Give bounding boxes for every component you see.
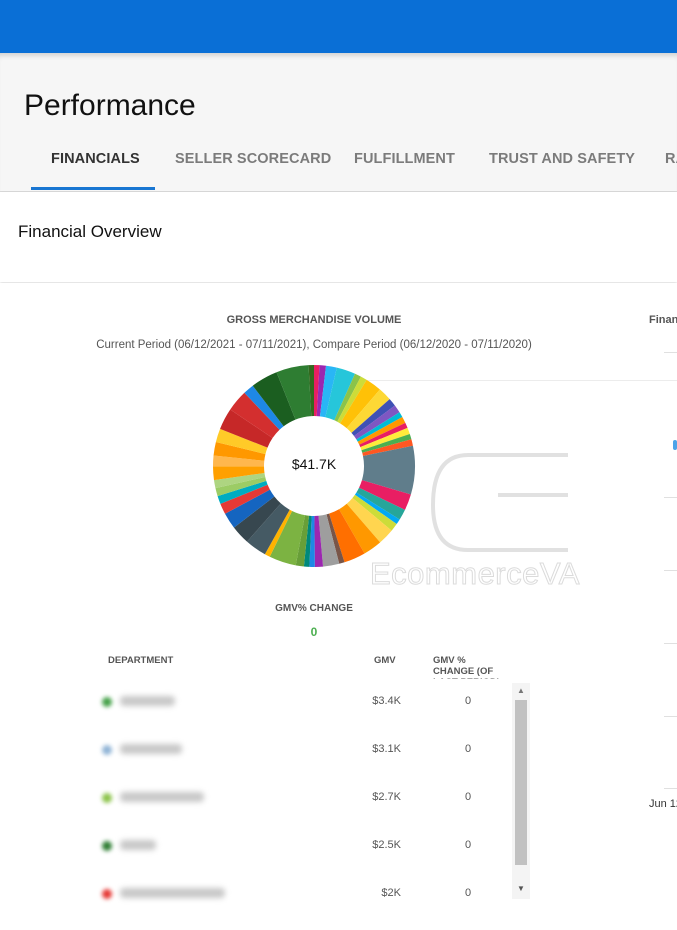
department-color-dot (102, 793, 112, 803)
table-row[interactable]: $3.4K 0 (0, 690, 677, 738)
department-color-dot (102, 889, 112, 899)
right-chart-title: Finan (649, 314, 677, 326)
column-header-gmv-change[interactable]: GMV % CHANGE (OF LAST PERIOD) (433, 655, 505, 679)
page-header: Performance FINANCIALS SELLER SCORECARD … (0, 53, 677, 191)
department-name-redacted (120, 696, 175, 706)
department-name-redacted (120, 840, 156, 850)
gmv-donut-chart[interactable]: $41.7K (212, 364, 416, 568)
gmv-cell: $2.5K (372, 839, 401, 851)
table-row[interactable]: $3.1K 0 (0, 738, 677, 786)
table-row[interactable]: $2.5K 0 (0, 834, 677, 882)
department-name-redacted (120, 888, 225, 898)
scroll-up-icon[interactable]: ▲ (515, 686, 527, 696)
table-row[interactable]: $2.7K 0 (0, 786, 677, 834)
right-chart-gridline (664, 570, 677, 571)
scroll-down-icon[interactable]: ▼ (515, 884, 527, 894)
column-header-gmv[interactable]: GMV (374, 655, 396, 666)
table-row[interactable]: $2K 0 (0, 882, 677, 930)
tab-bar: FINANCIALS SELLER SCORECARD FULFILLMENT … (0, 148, 677, 191)
department-name-redacted (120, 792, 204, 802)
right-chart-marker (673, 440, 677, 450)
column-header-department[interactable]: DEPARTMENT (108, 655, 173, 666)
top-app-bar (0, 0, 677, 53)
gmv-change-value: 0 (310, 625, 318, 639)
scrollbar-thumb[interactable] (515, 700, 527, 865)
tab-fulfillment[interactable]: FULFILLMENT (354, 151, 455, 167)
gmv-change-label: GMV% CHANGE (275, 603, 353, 614)
right-chart-gridline (664, 643, 677, 644)
right-chart-gridline (664, 352, 677, 353)
gmv-change-cell: 0 (464, 743, 472, 755)
period-subtitle: Current Period (06/12/2021 - 07/11/2021)… (96, 339, 532, 351)
gmv-total-value: $41.7K (291, 456, 337, 472)
tab-trust-and-safety[interactable]: TRUST AND SAFETY (489, 151, 635, 167)
tab-seller-scorecard[interactable]: SELLER SCORECARD (175, 151, 331, 167)
page-title: Performance (24, 89, 196, 122)
gmv-change-cell: 0 (464, 791, 472, 803)
section-title: Financial Overview (18, 222, 162, 241)
gmv-chart-title: GROSS MERCHANDISE VOLUME (226, 314, 402, 326)
gmv-cell: $3.4K (372, 695, 401, 707)
tab-financials[interactable]: FINANCIALS (51, 151, 140, 167)
department-color-dot (102, 745, 112, 755)
gmv-change-cell: 0 (464, 695, 472, 707)
right-chart-gridline (664, 497, 677, 498)
watermark-text: EcommerceVA (370, 556, 580, 592)
gmv-change-cell: 0 (464, 887, 472, 899)
tab-ratings[interactable]: RA (665, 151, 677, 167)
department-color-dot (102, 841, 112, 851)
gmv-cell: $2K (381, 887, 401, 899)
department-name-redacted (120, 744, 182, 754)
financial-overview-card: Financial Overview (0, 192, 677, 282)
department-color-dot (102, 697, 112, 707)
gmv-cell: $3.1K (372, 743, 401, 755)
active-tab-indicator (31, 187, 155, 190)
gmv-cell: $2.7K (372, 791, 401, 803)
gmv-change-cell: 0 (464, 839, 472, 851)
